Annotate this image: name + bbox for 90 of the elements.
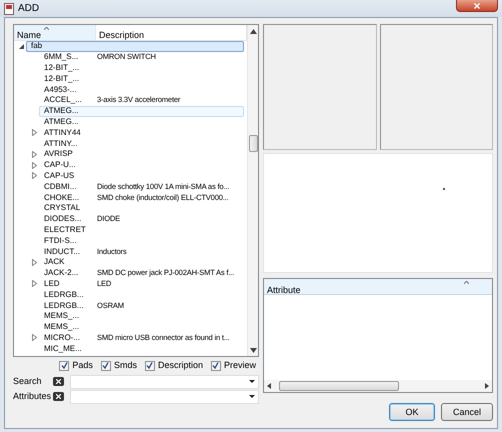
collapsed-arrow-icon[interactable] (32, 172, 37, 180)
tree-row[interactable]: MEMS_... (39, 322, 244, 333)
dialog-button[interactable]: OK (389, 403, 435, 421)
collapsed-arrow-icon[interactable] (32, 280, 37, 288)
tree-row[interactable]: ATMEG... (39, 106, 244, 117)
part-name: CRYSTAL (43, 203, 82, 214)
collapsed-arrow-icon[interactable] (32, 150, 37, 158)
tree-row[interactable]: CRYSTAL (39, 202, 244, 214)
tree-row[interactable]: LEDRGB... (39, 289, 244, 300)
part-name: 6MM_S... (43, 52, 80, 62)
clear-icon[interactable] (53, 392, 64, 401)
part-name: ATTINY... (43, 138, 78, 149)
tree-row[interactable]: MEMS_... (39, 310, 244, 322)
checkmark-icon (212, 362, 220, 369)
checkmark-icon (102, 362, 110, 369)
checkbox-option[interactable]: Smds (100, 358, 137, 372)
part-name: 12-BIT_... (43, 74, 80, 84)
checkmark-icon (146, 362, 154, 369)
checkbox-option[interactable]: Description (144, 358, 203, 372)
app-icon (4, 2, 14, 14)
vertical-scrollbar[interactable] (247, 25, 258, 356)
part-name: CAP-U... (43, 160, 77, 170)
tree-row[interactable]: MIC_ME... (39, 343, 244, 354)
close-button[interactable] (456, 0, 498, 12)
tree-row[interactable]: 12-BIT_... (39, 62, 244, 74)
scroll-right-icon[interactable] (485, 383, 489, 389)
tree-row[interactable]: ATMEG... (39, 116, 244, 128)
part-name: INDUCT... (43, 246, 81, 257)
expanded-arrow-icon[interactable] (19, 44, 24, 49)
part-name: DIODES... (43, 214, 82, 224)
horizontal-scrollbar[interactable] (264, 380, 492, 392)
part-name: MEMS_... (43, 311, 80, 322)
part-name: AVRISP (43, 149, 74, 160)
tree-row[interactable]: ATTINY... (39, 138, 244, 149)
collapsed-arrow-icon[interactable] (32, 129, 37, 136)
part-name: 12-BIT_... (43, 63, 80, 73)
clear-icon[interactable] (53, 377, 64, 386)
tree-row[interactable]: ATTINY44 (39, 127, 244, 138)
part-name: LED (43, 278, 61, 289)
tree-row[interactable]: fab (26, 41, 244, 52)
part-name: A4953-... (43, 84, 78, 95)
tree-row[interactable]: CAP-US (39, 170, 244, 182)
window-title: ADD (18, 2, 40, 16)
dropdown-arrow-icon[interactable] (249, 395, 255, 398)
part-name: JACK-2... (43, 268, 80, 278)
dropdown-arrow-icon[interactable] (249, 380, 255, 383)
collapsed-arrow-icon[interactable] (32, 334, 37, 342)
part-name: ACCEL_... (43, 95, 83, 106)
part-name: FTDI-S... (43, 236, 78, 246)
part-name: ATTINY44 (43, 128, 82, 138)
scroll-thumb[interactable] (248, 135, 258, 152)
column-header[interactable]: Name (14, 25, 96, 40)
part-name: JACK (43, 257, 66, 268)
checkbox-option[interactable]: Preview (210, 358, 256, 372)
scroll-left-icon[interactable] (267, 383, 271, 389)
close-icon[interactable] (474, 2, 480, 8)
tree-row[interactable]: FTDI-S... (39, 235, 244, 246)
part-name: ATMEG... (43, 106, 80, 116)
tree-row[interactable]: AVRISP (39, 148, 244, 160)
collapsed-arrow-icon[interactable] (32, 162, 37, 169)
sort-icon (44, 26, 49, 30)
scroll-up-icon[interactable] (250, 29, 256, 34)
part-name: CAP-US (43, 170, 76, 181)
part-name: CDBMI... (43, 182, 78, 192)
checkbox-option[interactable]: Pads (59, 358, 93, 372)
tree-row[interactable]: JACK (39, 256, 244, 268)
tree-row[interactable]: ELECTRET (39, 224, 244, 236)
part-name: MEMS_... (43, 322, 80, 332)
combo-field[interactable] (70, 374, 259, 388)
column-header[interactable]: Attribute (267, 285, 301, 295)
part-name: LEDRGB... (43, 300, 85, 311)
part-name: LEDRGB... (43, 290, 85, 300)
part-name: ELECTRET (43, 224, 87, 235)
collapsed-arrow-icon[interactable] (32, 258, 37, 266)
part-name: CHOKE... (43, 192, 80, 203)
tree-row[interactable]: A4953-... (39, 84, 244, 95)
scroll-thumb[interactable] (279, 381, 399, 391)
checkmark-icon (60, 362, 68, 369)
part-name: fab (30, 41, 44, 52)
scroll-down-icon[interactable] (250, 348, 256, 353)
combo-field[interactable] (70, 390, 259, 404)
tree-row[interactable]: 12-BIT_... (39, 73, 244, 84)
part-name: MIC_ME... (43, 344, 83, 354)
tree-row[interactable]: CAP-U... (39, 160, 244, 171)
filter-label: Search (13, 374, 43, 388)
sort-icon (464, 280, 469, 284)
filter-label: Attributes (13, 390, 52, 403)
part-name: MICRO-... (43, 332, 81, 343)
part-name: ATMEG... (43, 116, 80, 127)
dialog-button[interactable]: Cancel (441, 403, 493, 421)
